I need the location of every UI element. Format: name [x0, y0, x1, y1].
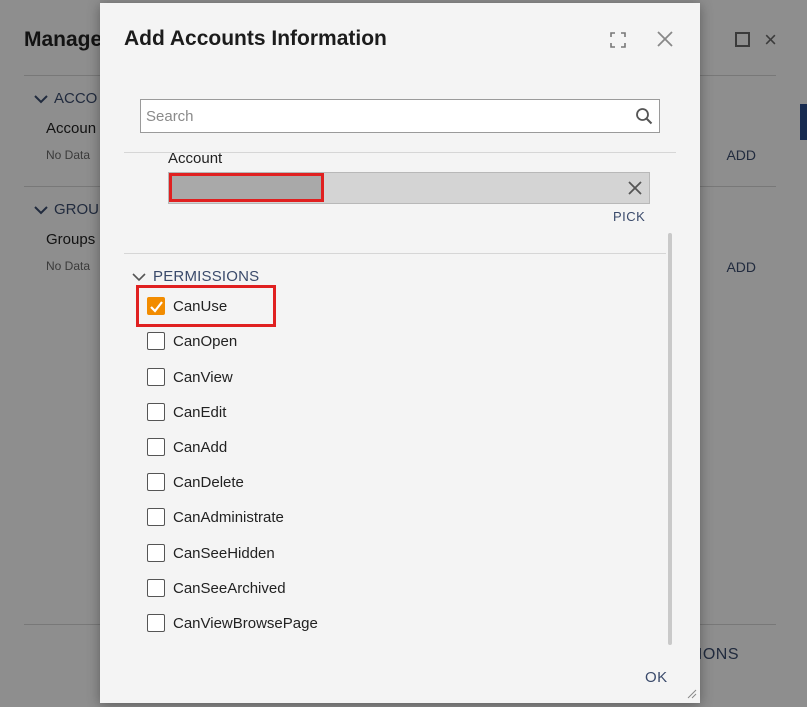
divider: [124, 253, 666, 254]
scrollbar[interactable]: [668, 233, 672, 645]
permission-canviewbrowsepage[interactable]: CanViewBrowsePage: [147, 614, 318, 632]
permission-canadd[interactable]: CanAdd: [147, 438, 227, 456]
checkbox[interactable]: [147, 614, 165, 632]
modal-title: Add Accounts Information: [124, 27, 387, 50]
permission-canedit[interactable]: CanEdit: [147, 403, 226, 421]
search-box: [140, 99, 660, 133]
permission-label: CanOpen: [173, 332, 238, 350]
permission-canseearchived[interactable]: CanSeeArchived: [147, 579, 286, 597]
checkbox[interactable]: [147, 508, 165, 526]
permission-label: CanViewBrowsePage: [173, 614, 318, 632]
checkbox-checked[interactable]: [147, 297, 165, 315]
permission-canview[interactable]: CanView: [147, 368, 233, 386]
add-accounts-modal: Add Accounts Information Account PICK PE…: [100, 3, 700, 703]
pick-button[interactable]: PICK: [613, 209, 645, 224]
permission-canseehidden[interactable]: CanSeeHidden: [147, 544, 275, 562]
checkbox[interactable]: [147, 332, 165, 350]
account-label: Account: [168, 150, 223, 167]
permission-candelete[interactable]: CanDelete: [147, 473, 244, 491]
permission-label: CanAdministrate: [173, 508, 284, 526]
checkmark-icon: [150, 301, 163, 313]
checkbox[interactable]: [147, 544, 165, 562]
checkbox[interactable]: [147, 368, 165, 386]
resize-handle-icon[interactable]: [685, 687, 697, 699]
permission-label: CanAdd: [173, 438, 228, 456]
account-value-redacted: [169, 173, 324, 202]
permission-label: CanUse: [173, 297, 228, 315]
permission-canadministrate[interactable]: CanAdministrate: [147, 508, 284, 526]
checkbox[interactable]: [147, 403, 165, 421]
ok-button[interactable]: OK: [645, 669, 668, 686]
permission-label: CanSeeArchived: [173, 579, 286, 597]
clear-icon[interactable]: [626, 179, 644, 197]
chevron-down-icon: [132, 272, 146, 281]
close-icon[interactable]: [656, 30, 674, 48]
permissions-section-header[interactable]: PERMISSIONS: [132, 268, 259, 285]
checkbox[interactable]: [147, 579, 165, 597]
permission-canopen[interactable]: CanOpen: [147, 332, 237, 350]
expand-icon[interactable]: [610, 32, 626, 48]
checkbox[interactable]: [147, 438, 165, 456]
checkbox[interactable]: [147, 473, 165, 491]
permissions-header-label: PERMISSIONS: [153, 268, 260, 285]
account-field[interactable]: [168, 172, 650, 204]
permission-label: CanView: [173, 368, 233, 386]
permission-label: CanSeeHidden: [173, 544, 275, 562]
permission-canuse[interactable]: CanUse: [147, 297, 227, 315]
search-input[interactable]: [141, 100, 621, 132]
search-icon[interactable]: [635, 107, 653, 125]
permission-label: CanDelete: [173, 473, 244, 491]
permission-label: CanEdit: [173, 403, 227, 421]
